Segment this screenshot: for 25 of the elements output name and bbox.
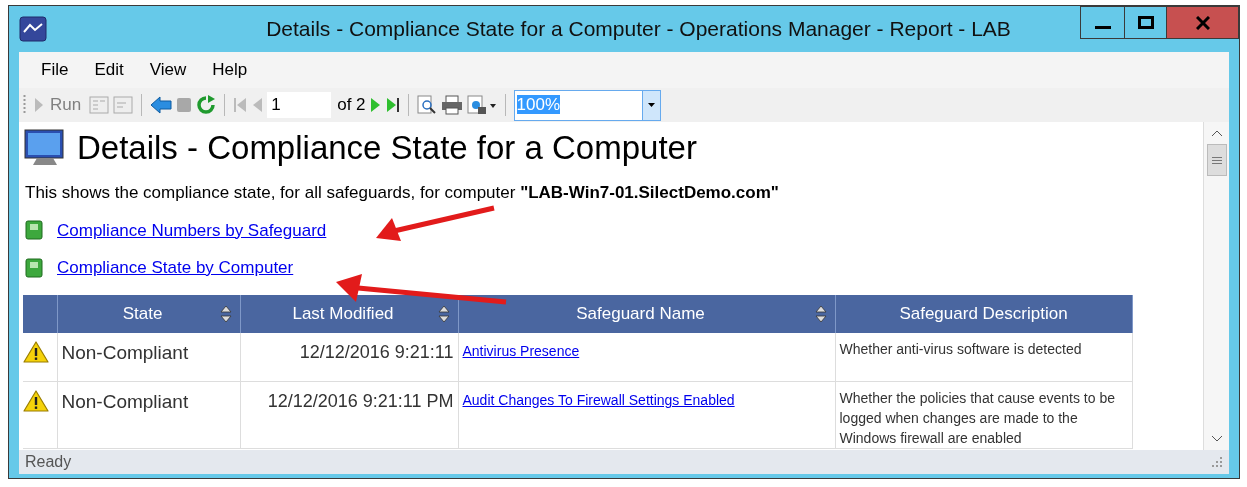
menu-item[interactable]: Edit (94, 57, 124, 83)
column-header[interactable]: Safeguard Description (835, 294, 1132, 333)
page-count: of 2 (337, 94, 366, 117)
table-cell: Whether anti-virus software is detected (835, 332, 1132, 382)
status-text: Ready (25, 452, 72, 472)
table-cell: Non-Compliant (57, 332, 240, 382)
safeguard-link[interactable]: Antivirus Presence (462, 342, 580, 359)
table-cell: 12/12/2016 9:21:11 PM (240, 381, 458, 449)
column-header[interactable]: State (57, 294, 240, 333)
report-title: Details - Compliance State for a Computer (77, 130, 697, 164)
window-title: Details - Compliance State for a Computer - Operations Manager - Report - LAB (265, 16, 1012, 43)
page-number-field[interactable]: 1 (267, 92, 332, 118)
report-description: This shows the compliance state, for all safeguards, for computer "LAB-Win7-01.SilectDemo.com" (25, 182, 780, 204)
zoom-value: 100% (516, 95, 561, 115)
report-link[interactable]: Compliance Numbers by Safeguard (57, 217, 327, 243)
table-cell: 12/12/2016 9:21:11 (240, 332, 458, 382)
table-cell: Whether the policies that cause events to be logged when changes are made to the Windows firewall are enabled (835, 381, 1132, 449)
menu-item[interactable]: File (41, 57, 69, 83)
report-link[interactable]: Compliance State by Computer (57, 255, 294, 281)
menu-item[interactable]: Help (212, 57, 248, 83)
table-cell: Non-Compliant (57, 381, 240, 449)
column-header[interactable]: Safeguard Name (458, 294, 835, 333)
run-button[interactable]: Run (30, 92, 86, 118)
menu-item[interactable]: View (149, 57, 187, 83)
safeguard-link[interactable]: Audit Changes To Firewall Settings Enabled (462, 392, 735, 408)
